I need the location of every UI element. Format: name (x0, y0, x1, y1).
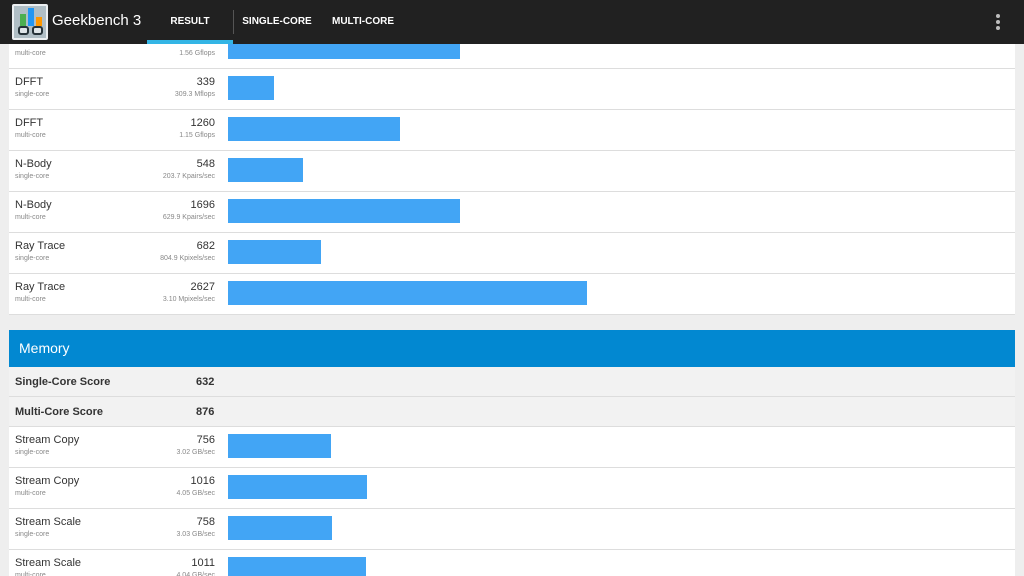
score-bar (228, 475, 367, 499)
benchmark-mode: single-core (15, 91, 50, 98)
benchmark-name: Ray Trace (15, 240, 66, 252)
benchmark-score: 1011 (191, 557, 215, 569)
benchmark-score: 1260 (190, 117, 215, 129)
overflow-menu-icon[interactable] (992, 13, 1004, 31)
benchmark-throughput: 3.03 GB/sec (176, 531, 215, 538)
benchmark-score: 1696 (190, 199, 215, 211)
benchmark-throughput: 3.02 GB/sec (176, 449, 215, 456)
benchmark-mode: multi-core (15, 132, 46, 139)
benchmark-mode: single-core (15, 531, 50, 538)
result-row[interactable]: N-Body single-core 548 203.7 Kpairs/sec (9, 151, 1015, 192)
single-core-score-row: Single-Core Score 632 (9, 367, 1015, 397)
result-row[interactable]: Stream Scale single-core 758 3.03 GB/sec (9, 509, 1015, 550)
benchmark-name: N-Body (15, 199, 52, 211)
app-title: Geekbench 3 (52, 12, 142, 29)
benchmark-throughput: 4.04 GB/sec (176, 572, 215, 576)
score-bar (228, 516, 332, 540)
benchmark-score: 682 (196, 240, 215, 252)
benchmark-mode: single-core (15, 173, 50, 180)
benchmark-name: DFFT (15, 76, 44, 88)
benchmark-mode: multi-core (15, 490, 46, 497)
benchmark-score: 758 (196, 516, 215, 528)
single-core-score-value: 632 (196, 376, 215, 388)
memory-section-header: Memory (9, 330, 1015, 367)
score-bar (228, 434, 331, 458)
benchmark-mode: single-core (15, 255, 50, 262)
benchmark-name: DFFT (15, 117, 44, 129)
benchmark-name: Ray Trace (15, 281, 66, 293)
app-bar: Geekbench 3 RESULT SINGLE-CORE MULTI-COR… (0, 0, 1024, 44)
score-bar (228, 117, 400, 141)
tab-single-core[interactable]: SINGLE-CORE (236, 0, 318, 44)
benchmark-score: 756 (196, 434, 215, 446)
multi-core-score-value: 876 (196, 406, 215, 418)
result-row[interactable]: Stream Copy multi-core 1016 4.05 GB/sec (9, 468, 1015, 509)
tab-indicator (147, 40, 233, 44)
geekbench-logo-icon (12, 4, 48, 40)
tab-result[interactable]: RESULT (147, 0, 233, 44)
tab-multi-core[interactable]: MULTI-CORE (322, 0, 404, 44)
benchmark-throughput: 309.3 Mflops (174, 91, 215, 98)
benchmark-name: Stream Scale (15, 557, 82, 569)
benchmark-throughput: 629.9 Kpairs/sec (162, 214, 215, 221)
benchmark-mode: multi-core (15, 296, 46, 303)
section-title: Memory (19, 340, 70, 356)
benchmark-score: 2627 (190, 281, 215, 293)
benchmark-throughput: 3.10 Mpixels/sec (162, 296, 215, 303)
benchmark-name: N-Body (15, 158, 52, 170)
benchmark-name: Stream Scale (15, 516, 82, 528)
benchmark-throughput: 804.9 Kpixels/sec (160, 255, 215, 262)
result-row[interactable]: DFFT multi-core 1260 1.15 Gflops (9, 110, 1015, 151)
score-bar (228, 557, 366, 576)
result-row[interactable]: Stream Copy single-core 756 3.02 GB/sec (9, 427, 1015, 468)
benchmark-throughput: 4.05 GB/sec (176, 490, 215, 497)
benchmark-name: Stream Copy (15, 434, 80, 446)
benchmark-throughput: 1.15 Gflops (179, 132, 215, 139)
benchmark-score: 339 (196, 76, 215, 88)
benchmark-mode: multi-core (15, 572, 46, 576)
result-row[interactable]: Stream Scale multi-core 1011 4.04 GB/sec (9, 550, 1015, 576)
benchmark-throughput: 1.56 Gflops (179, 50, 215, 57)
score-bar (228, 76, 274, 100)
score-bar (228, 158, 303, 182)
score-bar (228, 240, 321, 264)
result-row[interactable]: Ray Trace multi-core 2627 3.10 Mpixels/sec (9, 274, 1015, 315)
tab-divider (233, 10, 234, 34)
benchmark-mode: single-core (15, 449, 50, 456)
score-bar (228, 199, 460, 223)
score-bar (228, 281, 587, 305)
multi-core-score-label: Multi-Core Score (15, 406, 104, 418)
benchmark-mode: multi-core (15, 214, 46, 221)
benchmark-mode: multi-core (15, 50, 46, 57)
benchmark-score: 1016 (190, 475, 215, 487)
benchmark-throughput: 203.7 Kpairs/sec (162, 173, 215, 180)
benchmark-name: Stream Copy (15, 475, 80, 487)
result-row[interactable]: Ray Trace single-core 682 804.9 Kpixels/sec (9, 233, 1015, 274)
result-row[interactable]: DFFT single-core 339 309.3 Mflops (9, 69, 1015, 110)
multi-core-score-row: Multi-Core Score 876 (9, 397, 1015, 427)
result-row[interactable]: N-Body multi-core 1696 629.9 Kpairs/sec (9, 192, 1015, 233)
single-core-score-label: Single-Core Score (15, 376, 111, 388)
benchmark-score: 548 (196, 158, 215, 170)
